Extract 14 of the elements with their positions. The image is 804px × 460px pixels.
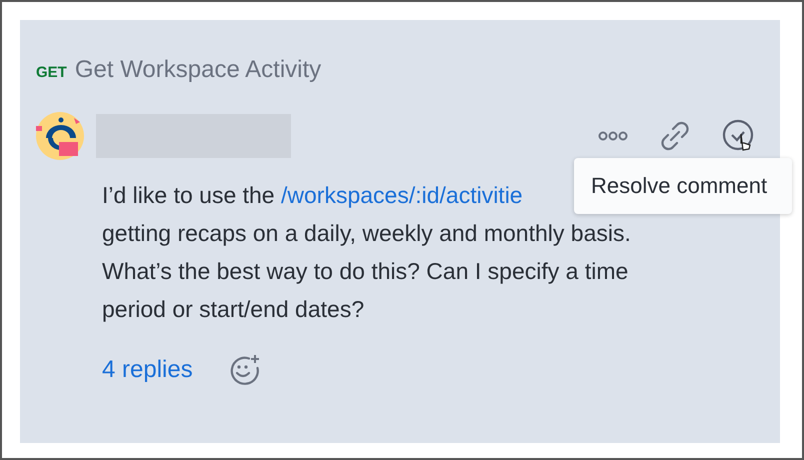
comment-text: I’d like to use the bbox=[102, 182, 276, 208]
link-icon[interactable] bbox=[660, 121, 690, 151]
replies-link[interactable]: 4 replies bbox=[102, 356, 193, 384]
comment-text: getting recaps on a daily, weekly and monthly basis. bbox=[102, 220, 631, 246]
tooltip: Resolve comment bbox=[574, 158, 792, 214]
avatar-icon bbox=[36, 112, 84, 160]
request-title: Get Workspace Activity bbox=[74, 56, 322, 84]
endpoint-link[interactable]: /workspaces/:id/activitie bbox=[281, 182, 523, 208]
add-reaction-icon[interactable] bbox=[228, 354, 261, 386]
http-method: GET bbox=[36, 64, 67, 81]
check-circle-icon[interactable] bbox=[722, 119, 756, 153]
comment-text: period or start/end dates? bbox=[102, 296, 364, 322]
more-icon[interactable] bbox=[598, 131, 628, 141]
comment-text: What’s the best way to do this? Can I specify a time bbox=[102, 258, 628, 284]
